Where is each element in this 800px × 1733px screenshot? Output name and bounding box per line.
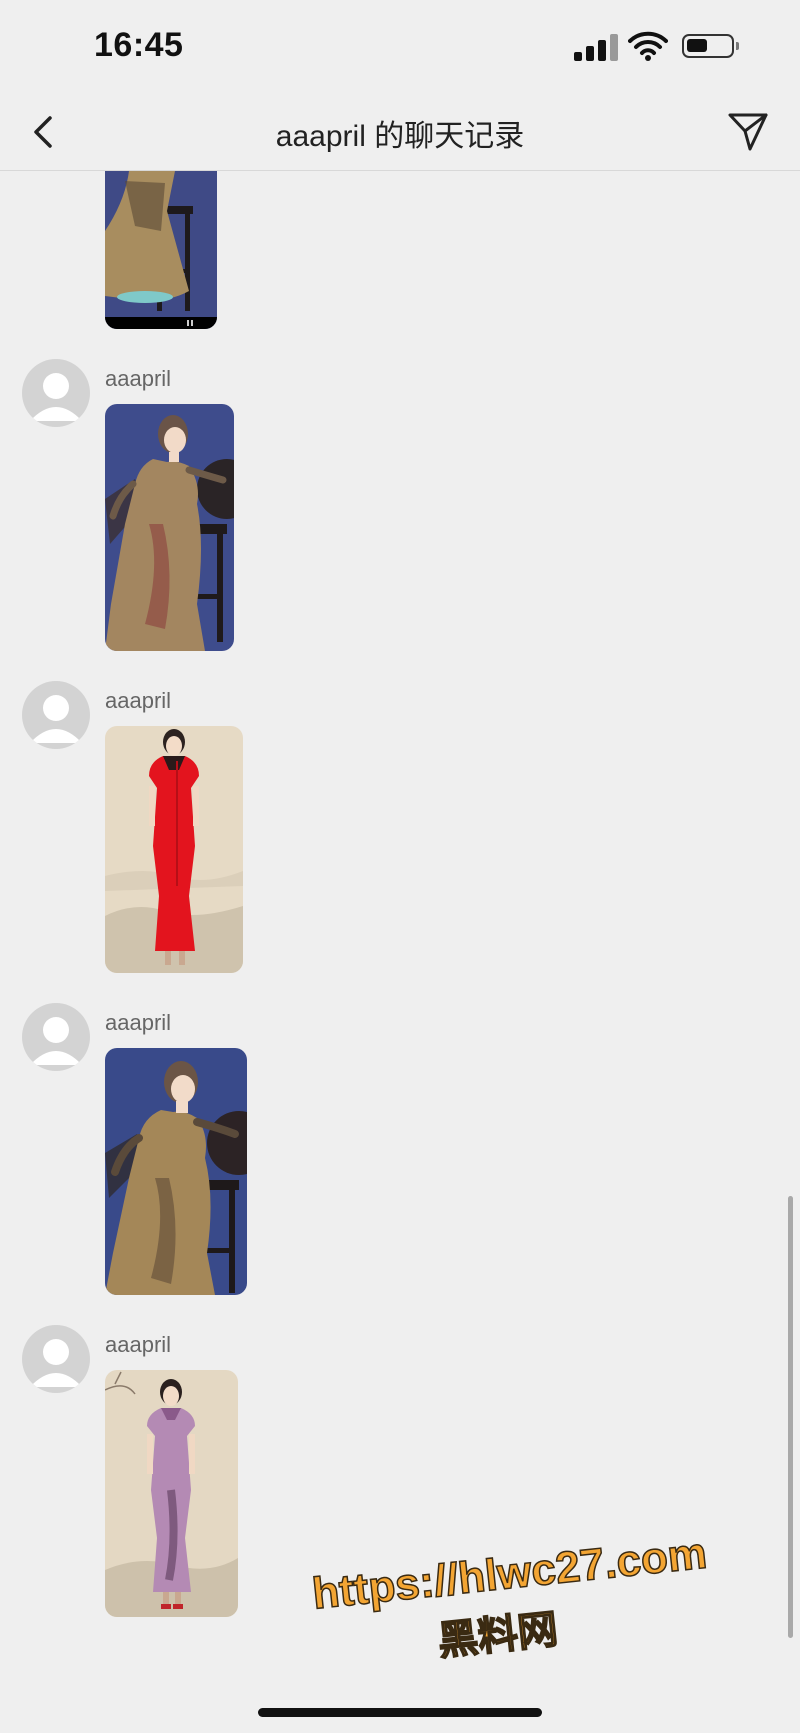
sender-name: aaapril (105, 366, 172, 391)
image-message[interactable] (105, 1370, 238, 1617)
status-bar: 16:45 (0, 0, 800, 95)
image-message[interactable] (105, 404, 234, 651)
status-time: 16:45 (94, 26, 184, 64)
avatar[interactable] (22, 1003, 90, 1071)
page-title: aaapril 的聊天记录 (275, 120, 525, 153)
scrollbar[interactable] (788, 1196, 793, 1638)
sender-name: aaapril (105, 1332, 172, 1357)
image-message[interactable] (105, 1048, 247, 1295)
avatar[interactable] (22, 1325, 90, 1393)
avatar[interactable] (22, 359, 90, 427)
chat-header: aaapril 的聊天记录 (0, 95, 800, 171)
avatar[interactable] (22, 681, 90, 749)
chat-history-list[interactable]: aaapril aaapril aaapril aaapril (0, 171, 800, 1733)
paper-plane-icon[interactable] (726, 109, 770, 153)
cellular-signal-icon (574, 33, 620, 61)
sender-name: aaapril (105, 1010, 172, 1035)
image-message[interactable] (105, 726, 243, 973)
battery-icon (682, 34, 739, 58)
home-indicator[interactable] (258, 1708, 542, 1717)
wifi-icon (628, 31, 668, 61)
video-thumbnail[interactable] (105, 171, 217, 329)
sender-name: aaapril (105, 688, 172, 713)
